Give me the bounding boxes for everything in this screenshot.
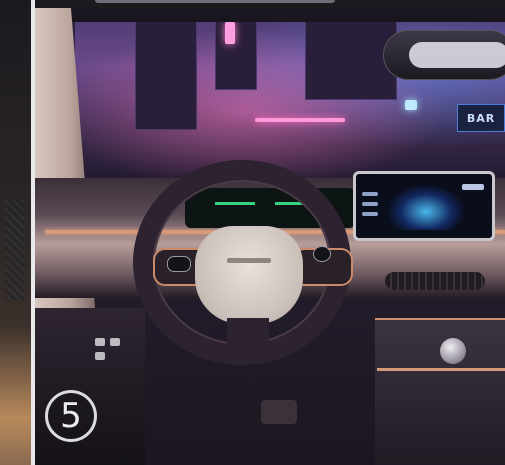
infotainment-screen [353,171,495,241]
console-trim [377,368,505,371]
door-panel [35,308,145,465]
adjacent-image-panel [0,0,31,465]
screen-menu-item [362,192,378,196]
bar-neon-sign: BAR [457,104,505,132]
top-frame-strip [0,0,505,8]
roof-lining [35,8,505,22]
lower-spoke [227,318,269,356]
number-badge: 5 [45,390,97,442]
hub-emblem [227,258,271,263]
window-switch [95,352,105,360]
wheel-button [313,246,331,262]
screen-wave-graphic [386,184,466,230]
center-console [375,318,505,465]
steering-hub [195,226,303,324]
building [215,18,257,90]
building [135,8,197,130]
car-interior-photo: BAR [35,8,505,465]
window-switch [95,338,105,346]
air-vent [385,272,485,290]
brake-pedal [261,400,297,424]
neon-sign [225,22,235,44]
carbon-texture [5,200,25,300]
wheel-button [167,256,191,272]
mirror-glass [409,42,505,68]
frame-seam [95,0,335,3]
neon-strip [255,118,345,122]
screen-readout [462,184,484,190]
neon-sign [405,100,417,110]
screen-menu-item [362,202,378,206]
screen-menu-item [362,212,378,216]
gear-knob-icon [440,338,466,364]
window-switch [110,338,120,346]
